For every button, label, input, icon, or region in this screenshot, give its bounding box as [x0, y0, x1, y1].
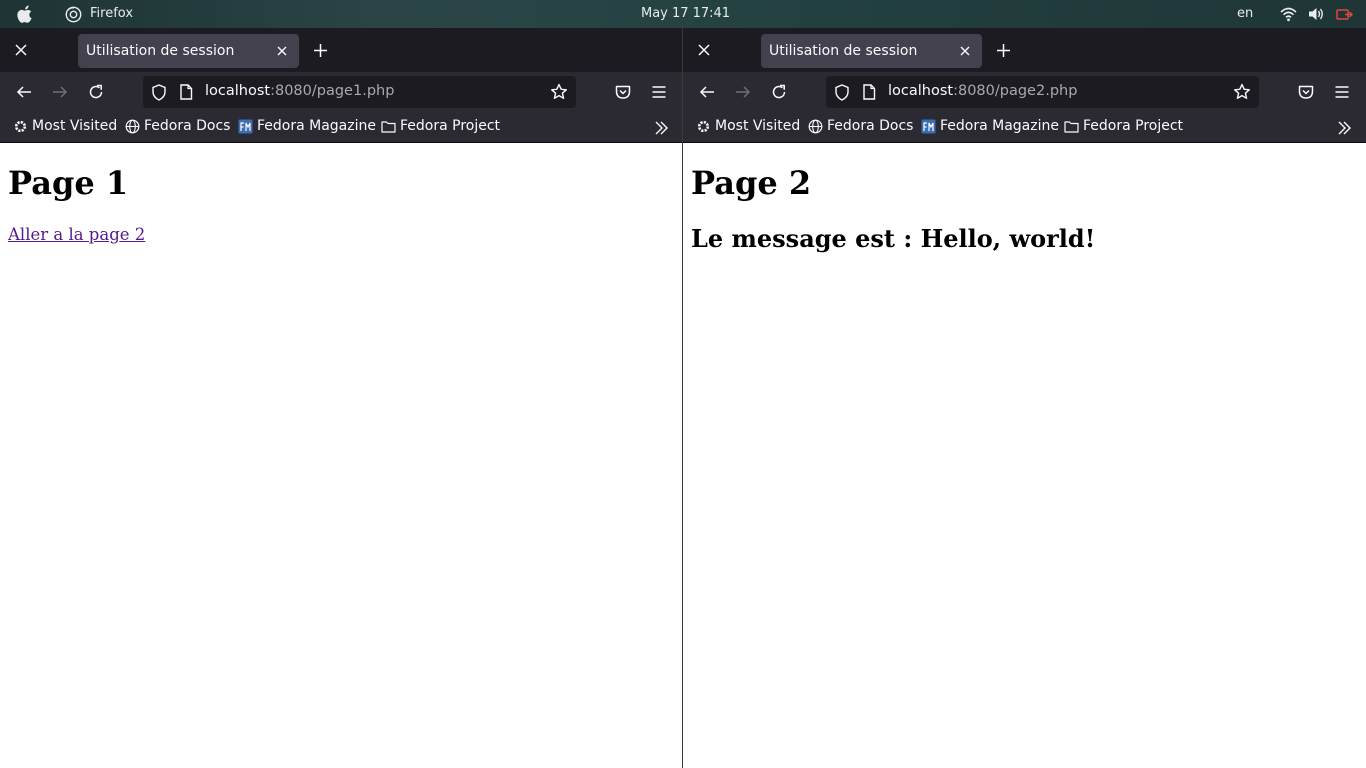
page-content: Page 2 Le message est : Hello, world!: [683, 144, 1365, 768]
bookmark-star-icon[interactable]: [550, 83, 568, 101]
keyboard-language[interactable]: en: [1237, 6, 1253, 21]
gear-icon: [14, 120, 27, 132]
url-host: localhost: [888, 83, 954, 99]
menu-hamburger-icon[interactable]: [1333, 83, 1351, 101]
session-message: Le message est : Hello, world!: [691, 224, 1096, 253]
bookmarks-toolbar: Most Visited Fedora Docs Fedora Magazine…: [0, 112, 683, 143]
wifi-icon[interactable]: [1280, 6, 1297, 22]
new-tab-icon[interactable]: [996, 43, 1011, 58]
url-path: :8080/page2.php: [953, 83, 1078, 99]
bookmark-fedora-project[interactable]: Fedora Project: [381, 118, 500, 134]
gear-icon: [697, 120, 710, 132]
reload-icon[interactable]: [770, 83, 788, 101]
bookmark-fedora-magazine[interactable]: Fedora Magazine: [238, 118, 376, 134]
page-heading: Page 2: [691, 164, 812, 202]
tab-active[interactable]: Utilisation de session: [761, 34, 982, 68]
fedora-magazine-icon: [921, 119, 936, 133]
system-top-bar: Firefox May 17 17:41 en: [0, 0, 1366, 28]
apple-icon[interactable]: [17, 5, 34, 23]
close-window-icon[interactable]: [12, 41, 30, 59]
tab-close-icon[interactable]: [275, 44, 289, 58]
reload-icon[interactable]: [87, 83, 105, 101]
tab-title: Utilisation de session: [769, 43, 918, 59]
bookmark-label: Fedora Docs: [827, 118, 914, 134]
chevron-double-right-icon[interactable]: [653, 120, 669, 136]
clock-date: May 17: [641, 6, 689, 21]
navigation-toolbar: localhost:8080/page2.php: [683, 72, 1366, 112]
chevron-double-right-icon[interactable]: [1336, 120, 1352, 136]
bookmark-star-icon[interactable]: [1233, 83, 1251, 101]
volume-icon[interactable]: [1308, 6, 1325, 22]
back-icon[interactable]: [698, 83, 716, 101]
close-window-icon[interactable]: [695, 41, 713, 59]
url-text: localhost:8080/page1.php: [205, 83, 394, 99]
menu-hamburger-icon[interactable]: [650, 83, 668, 101]
pocket-icon[interactable]: [614, 83, 632, 101]
clock[interactable]: May 17 17:41: [641, 6, 734, 21]
url-host: localhost: [205, 83, 271, 99]
address-bar[interactable]: localhost:8080/page2.php: [826, 76, 1259, 108]
page-info-icon[interactable]: [179, 84, 193, 100]
page-info-icon[interactable]: [862, 84, 876, 100]
new-tab-icon[interactable]: [313, 43, 328, 58]
active-app-name[interactable]: Firefox: [90, 6, 133, 21]
bookmark-label: Most Visited: [32, 118, 118, 134]
bookmark-label: Fedora Docs: [144, 118, 231, 134]
forward-icon[interactable]: [734, 83, 752, 101]
bookmark-most-visited[interactable]: Most Visited: [13, 118, 117, 134]
bookmarks-toolbar: Most Visited Fedora Docs Fedora Magazine…: [683, 112, 1366, 143]
globe-icon: [125, 119, 140, 133]
folder-icon: [381, 120, 396, 133]
firefox-app-icon: [65, 6, 82, 23]
bookmark-fedora-docs[interactable]: Fedora Docs: [125, 118, 230, 134]
globe-icon: [808, 119, 823, 133]
browser-window-left: Utilisation de session localhost:8080/pa…: [0, 28, 683, 768]
tracking-protection-shield-icon[interactable]: [151, 84, 167, 101]
tab-close-icon[interactable]: [958, 44, 972, 58]
fedora-magazine-icon: [238, 119, 253, 133]
folder-icon: [1064, 120, 1079, 133]
bookmark-fedora-docs[interactable]: Fedora Docs: [808, 118, 913, 134]
bookmark-most-visited[interactable]: Most Visited: [696, 118, 800, 134]
bookmark-fedora-project[interactable]: Fedora Project: [1064, 118, 1183, 134]
link-go-to-page-2[interactable]: Aller a la page 2: [8, 225, 145, 244]
clock-time: 17:41: [692, 6, 731, 21]
tracking-protection-shield-icon[interactable]: [834, 84, 850, 101]
navigation-toolbar: localhost:8080/page1.php: [0, 72, 683, 112]
bookmark-label: Fedora Project: [400, 118, 501, 134]
browser-window-right: Utilisation de session localhost:8080/pa…: [683, 28, 1366, 768]
forward-icon[interactable]: [51, 83, 69, 101]
power-icon[interactable]: [1336, 6, 1353, 22]
tab-title: Utilisation de session: [86, 43, 235, 59]
page-content: Page 1 Aller a la page 2: [0, 144, 682, 768]
tab-strip: Utilisation de session: [683, 28, 1366, 72]
tab-active[interactable]: Utilisation de session: [78, 34, 299, 68]
url-path: :8080/page1.php: [270, 83, 395, 99]
bookmark-label: Fedora Magazine: [257, 118, 376, 134]
bookmark-label: Fedora Magazine: [940, 118, 1059, 134]
bookmark-fedora-magazine[interactable]: Fedora Magazine: [921, 118, 1059, 134]
back-icon[interactable]: [15, 83, 33, 101]
address-bar[interactable]: localhost:8080/page1.php: [143, 76, 576, 108]
page-heading: Page 1: [8, 164, 129, 202]
url-text: localhost:8080/page2.php: [888, 83, 1077, 99]
pocket-icon[interactable]: [1297, 83, 1315, 101]
tab-strip: Utilisation de session: [0, 28, 683, 72]
bookmark-label: Most Visited: [715, 118, 801, 134]
bookmark-label: Fedora Project: [1083, 118, 1184, 134]
